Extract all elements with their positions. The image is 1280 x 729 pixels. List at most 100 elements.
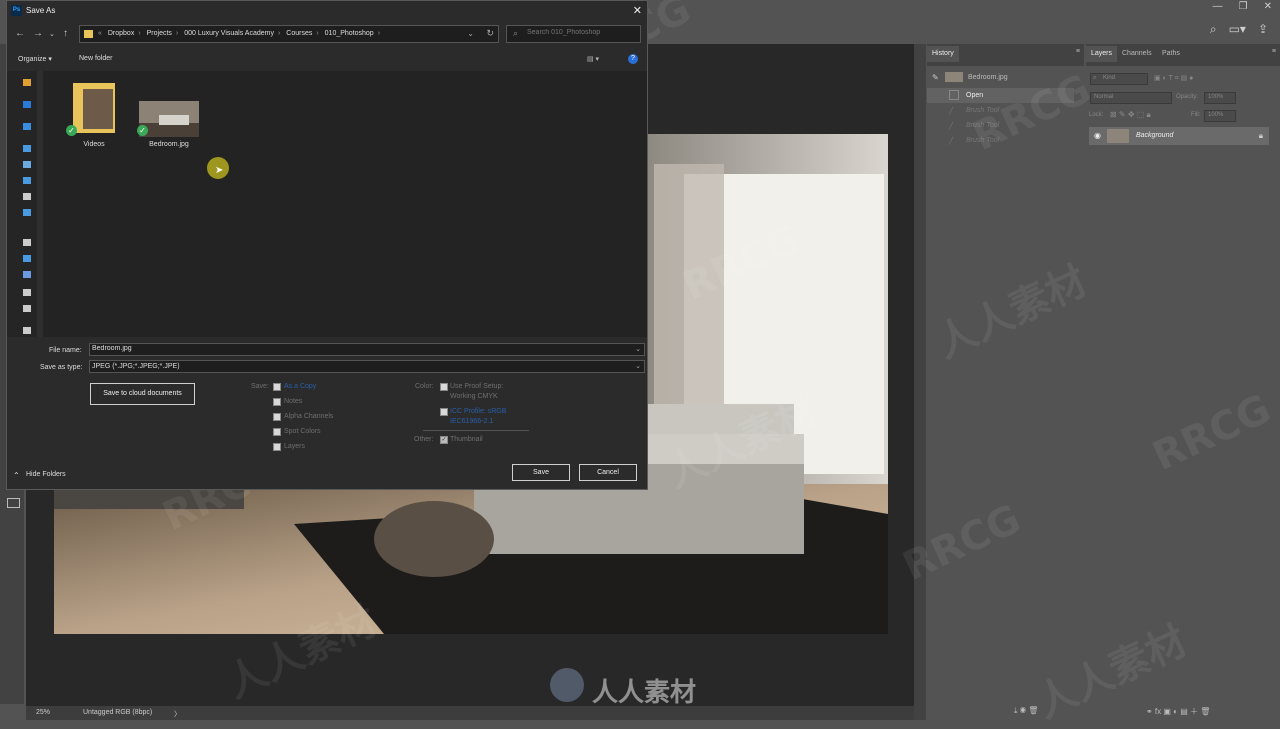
breadcrumb-item[interactable]: Courses — [286, 30, 312, 37]
close-icon[interactable]: ✕ — [1264, 1, 1272, 12]
drive-icon[interactable] — [23, 177, 31, 184]
quick-access-icon[interactable] — [23, 79, 31, 86]
search-icon[interactable]: ⌕ — [1210, 22, 1217, 37]
fill-value: 100% — [1208, 112, 1224, 118]
chevron-down-icon[interactable]: ⌄ — [635, 345, 641, 353]
breadcrumb-item[interactable]: 000 Luxury Visuals Academy — [184, 30, 274, 37]
forward-arrow-icon[interactable]: → — [33, 28, 43, 39]
panel-menu-icon[interactable]: ≡ — [1076, 48, 1080, 55]
watermark-logo-text: 人人素材 — [592, 678, 697, 708]
tab-history[interactable]: History — [927, 46, 959, 62]
new-folder-button[interactable]: New folder — [79, 55, 112, 62]
opacity-value: 100% — [1208, 94, 1224, 100]
breadcrumb-item[interactable]: 010_Photoshop — [325, 30, 374, 37]
filter-kind-select[interactable]: ⌕ Kind — [1090, 73, 1148, 85]
layer-row[interactable]: ◉ Background 🔒︎ — [1089, 127, 1269, 145]
icc-profile-checkbox[interactable] — [440, 408, 448, 416]
file-item[interactable]: ✓ Bedroom.jpg — [133, 81, 205, 151]
opacity-field[interactable]: 100% — [1204, 92, 1236, 104]
spot-colors-checkbox[interactable] — [273, 428, 281, 436]
layers-checkbox[interactable] — [273, 443, 281, 451]
breadcrumb-item[interactable]: Projects — [147, 30, 172, 37]
use-proof-setup-checkbox[interactable] — [440, 383, 448, 391]
filter-icons[interactable]: ▣ ◐ T ⌗ ▤ ● — [1154, 74, 1193, 83]
blend-mode-select[interactable]: Normal — [1090, 92, 1172, 104]
onedrive-icon[interactable] — [23, 123, 31, 130]
drive-icon[interactable] — [23, 305, 31, 312]
save-section-label: Save: — [251, 383, 269, 390]
zoom-level[interactable]: 25% — [36, 709, 50, 716]
back-arrow-icon[interactable]: ← — [15, 28, 25, 39]
lock-icons[interactable]: ⊠ ✎ ✥ ⬚ 🔒︎ — [1110, 110, 1151, 120]
folder-icon — [84, 30, 93, 38]
status-arrow-icon[interactable]: 〉 — [174, 709, 181, 719]
refresh-icon[interactable]: ↻ — [486, 28, 494, 39]
fill-field[interactable]: 100% — [1204, 110, 1236, 122]
save-button[interactable]: Save — [512, 464, 570, 481]
drive-icon[interactable] — [23, 239, 31, 246]
workspace-icon[interactable]: ▭▾ — [1229, 22, 1246, 37]
drive-icon[interactable] — [23, 271, 31, 278]
file-name-input[interactable] — [92, 345, 591, 352]
organize-button[interactable]: Organize ▾ — [18, 55, 52, 63]
history-brush-source-icon[interactable]: ✎ — [932, 73, 939, 82]
tab-channels[interactable]: Channels — [1122, 50, 1152, 57]
drive-icon[interactable] — [23, 255, 31, 262]
search-input[interactable] — [527, 29, 627, 36]
network-icon[interactable] — [23, 327, 31, 334]
proof-setup-label: Use Proof Setup: — [450, 383, 504, 390]
breadcrumb-item[interactable]: Dropbox — [108, 30, 134, 37]
alpha-channels-checkbox[interactable] — [273, 413, 281, 421]
cancel-button[interactable]: Cancel — [579, 464, 637, 481]
file-item[interactable]: ✓ Videos — [65, 81, 123, 151]
blend-mode-label: Normal — [1094, 94, 1114, 100]
up-arrow-icon[interactable]: ↑ — [63, 28, 68, 39]
drive-icon[interactable] — [23, 209, 31, 216]
file-name-field[interactable]: ⌄ — [89, 343, 645, 356]
panel-menu-icon[interactable]: ≡ — [1272, 48, 1276, 55]
this-pc-icon[interactable] — [23, 145, 31, 152]
thumbnail-checkbox[interactable]: ✓ — [440, 436, 448, 444]
drive-icon[interactable] — [23, 289, 31, 296]
layers-footer-icons[interactable]: ⚭ fx ▣ ◐ ▤ ＋ 🗑︎ — [1146, 706, 1210, 717]
mouse-cursor-icon: ➤ — [215, 165, 224, 176]
opacity-label: Opacity: — [1176, 94, 1199, 100]
screen-mode-icon[interactable] — [7, 498, 20, 508]
layers-label: Layers — [284, 443, 306, 450]
dropbox-icon[interactable] — [23, 101, 31, 108]
dialog-title: Save As — [26, 6, 56, 15]
save-to-cloud-button[interactable]: Save to cloud documents — [90, 383, 195, 405]
thumbnail-label: Thumbnail — [450, 436, 483, 443]
save-as-dialog: Ps Save As ✕ ← → ⌄ ↑ « Dropbox › Projects… — [6, 0, 648, 490]
layers-tabs: Layers Channels Paths ≡ — [1086, 44, 1280, 66]
tab-layers[interactable]: Layers — [1086, 46, 1118, 62]
chevron-up-icon[interactable]: ⌃ — [13, 471, 20, 480]
view-options-icon[interactable]: ▤ ▾ — [587, 55, 599, 63]
notes-checkbox[interactable] — [273, 398, 281, 406]
help-icon[interactable]: ? — [628, 54, 638, 64]
eye-icon[interactable]: ◉ — [1094, 131, 1101, 140]
restore-icon[interactable]: ❐ — [1239, 1, 1248, 12]
search-box[interactable]: ⌕ — [506, 25, 641, 43]
breadcrumb-overflow[interactable]: « — [98, 30, 102, 37]
history-footer-icons[interactable]: ⤓ ◉ 🗑︎ — [1014, 706, 1038, 716]
drive-icon[interactable] — [23, 193, 31, 200]
address-row: ← → ⌄ ↑ « Dropbox › Projects › 000 Luxury … — [7, 23, 647, 45]
layer-name: Background — [1136, 132, 1174, 139]
minimize-icon[interactable]: — — [1213, 1, 1223, 12]
recent-dropdown-icon[interactable]: ⌄ — [49, 30, 55, 38]
address-bar[interactable]: « Dropbox › Projects › 000 Luxury Visuals … — [79, 25, 499, 43]
as-a-copy-checkbox[interactable] — [273, 383, 281, 391]
hide-folders-button[interactable]: Hide Folders — [26, 471, 66, 478]
snapshot-thumbnail — [945, 72, 963, 82]
drive-icon[interactable] — [23, 161, 31, 168]
save-as-type-select[interactable]: JPEG (*.JPG;*.JPEG;*.JPE) ⌄ — [89, 360, 645, 373]
notes-label: Notes — [284, 398, 303, 405]
dialog-toolbar: Organize ▾ New folder ▤ ▾ ? — [7, 51, 647, 69]
share-icon[interactable]: ⇪ — [1258, 22, 1268, 37]
watermark-logo-icon — [550, 668, 584, 702]
chevron-down-icon[interactable]: ⌄ — [467, 29, 474, 38]
chevron-down-icon[interactable]: ⌄ — [635, 362, 641, 370]
tab-paths[interactable]: Paths — [1162, 50, 1180, 57]
close-icon[interactable]: ✕ — [633, 4, 642, 17]
